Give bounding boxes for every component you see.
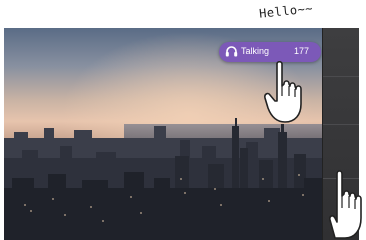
side-panel-divider [323, 76, 359, 77]
headset-icon [225, 46, 238, 57]
talking-label: Talking [241, 46, 270, 56]
side-panel-divider [323, 124, 359, 125]
hand-cursor-icon [264, 60, 302, 123]
hello-annotation: Hello~~ [258, 1, 314, 21]
talking-call-pill[interactable]: Talking 177 [219, 42, 321, 62]
participant-count: 177 [293, 46, 309, 56]
hand-cursor-icon [329, 170, 362, 239]
